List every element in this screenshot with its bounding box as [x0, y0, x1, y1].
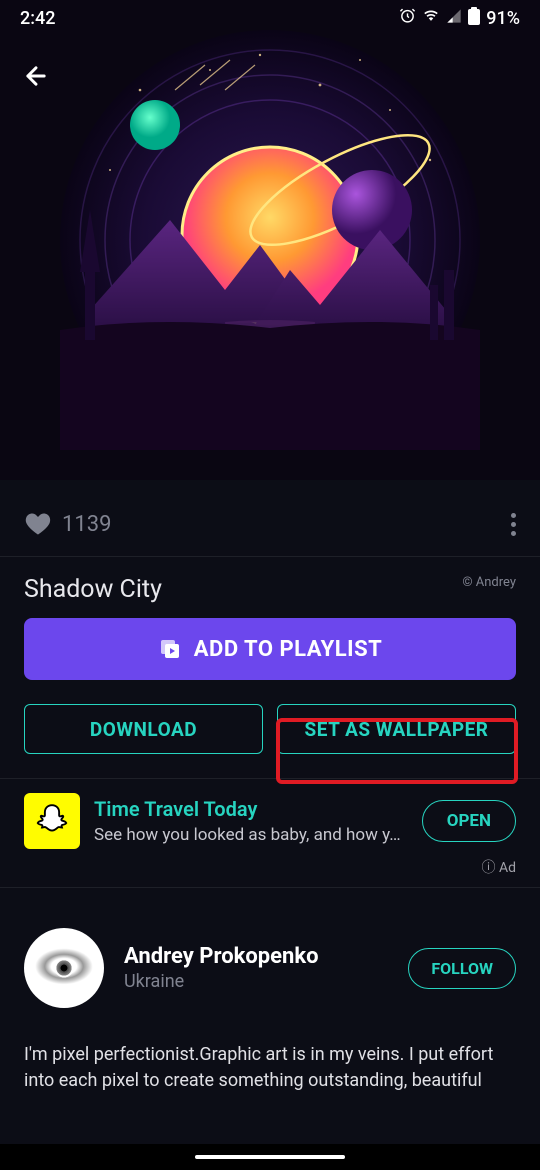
set-wallpaper-label: SET AS WALLPAPER [305, 718, 489, 741]
back-button[interactable] [18, 58, 54, 94]
ad-title: Time Travel Today [94, 797, 408, 821]
wallpaper-preview [0, 0, 540, 480]
ad-cta-label: OPEN [447, 811, 491, 831]
action-buttons-row: DOWNLOAD SET AS WALLPAPER [0, 704, 540, 778]
battery-icon [468, 7, 480, 30]
profile-info[interactable]: Andrey Prokopenko Ukraine [124, 944, 388, 992]
ad-badge: ⓘ Ad [24, 857, 516, 877]
ad-subtitle: See how you looked as baby, and how y… [94, 825, 408, 845]
title-row: Shadow City © Andrey [0, 557, 540, 618]
status-indicators: 91% [399, 7, 520, 30]
arrow-left-icon [22, 62, 50, 90]
profile-avatar[interactable] [24, 928, 104, 1008]
profile-name: Andrey Prokopenko [124, 944, 388, 969]
follow-button[interactable]: FOLLOW [408, 948, 516, 989]
follow-label: FOLLOW [431, 959, 493, 978]
wifi-icon [422, 7, 440, 30]
set-as-wallpaper-button[interactable]: SET AS WALLPAPER [277, 704, 516, 754]
snapchat-icon [33, 802, 71, 840]
status-time: 2:42 [20, 8, 55, 29]
ad-text[interactable]: Time Travel Today See how you looked as … [94, 797, 408, 845]
like-button[interactable]: 1139 [24, 510, 111, 538]
profile-section: Andrey Prokopenko Ukraine FOLLOW I'm pix… [0, 888, 540, 1114]
heart-icon [24, 510, 52, 538]
home-indicator[interactable] [195, 1155, 345, 1159]
download-label: DOWNLOAD [90, 718, 197, 741]
profile-location: Ukraine [124, 971, 388, 992]
status-bar: 2:42 91% [0, 0, 540, 36]
profile-bio: I'm pixel perfectionist.Graphic art is i… [24, 1042, 516, 1094]
add-to-playlist-button[interactable]: ADD TO PLAYLIST [24, 618, 516, 680]
like-count: 1139 [62, 512, 111, 537]
ad-app-icon[interactable] [24, 793, 80, 849]
more-options-button[interactable] [511, 513, 516, 536]
download-button[interactable]: DOWNLOAD [24, 704, 263, 754]
navigation-bar [0, 1144, 540, 1170]
playlist-icon [158, 637, 182, 661]
stats-row: 1139 [0, 480, 540, 557]
profile-header: Andrey Prokopenko Ukraine FOLLOW [24, 928, 516, 1008]
ad-section: Time Travel Today See how you looked as … [0, 778, 540, 888]
battery-percent: 91% [486, 8, 520, 29]
wallpaper-title: Shadow City [24, 575, 162, 604]
signal-icon [446, 8, 462, 29]
wallpaper-artwork [60, 30, 480, 450]
copyright-text: © Andrey [462, 575, 516, 590]
alarm-icon [399, 7, 416, 29]
ad-open-button[interactable]: OPEN [422, 800, 516, 842]
add-to-playlist-label: ADD TO PLAYLIST [194, 637, 383, 662]
